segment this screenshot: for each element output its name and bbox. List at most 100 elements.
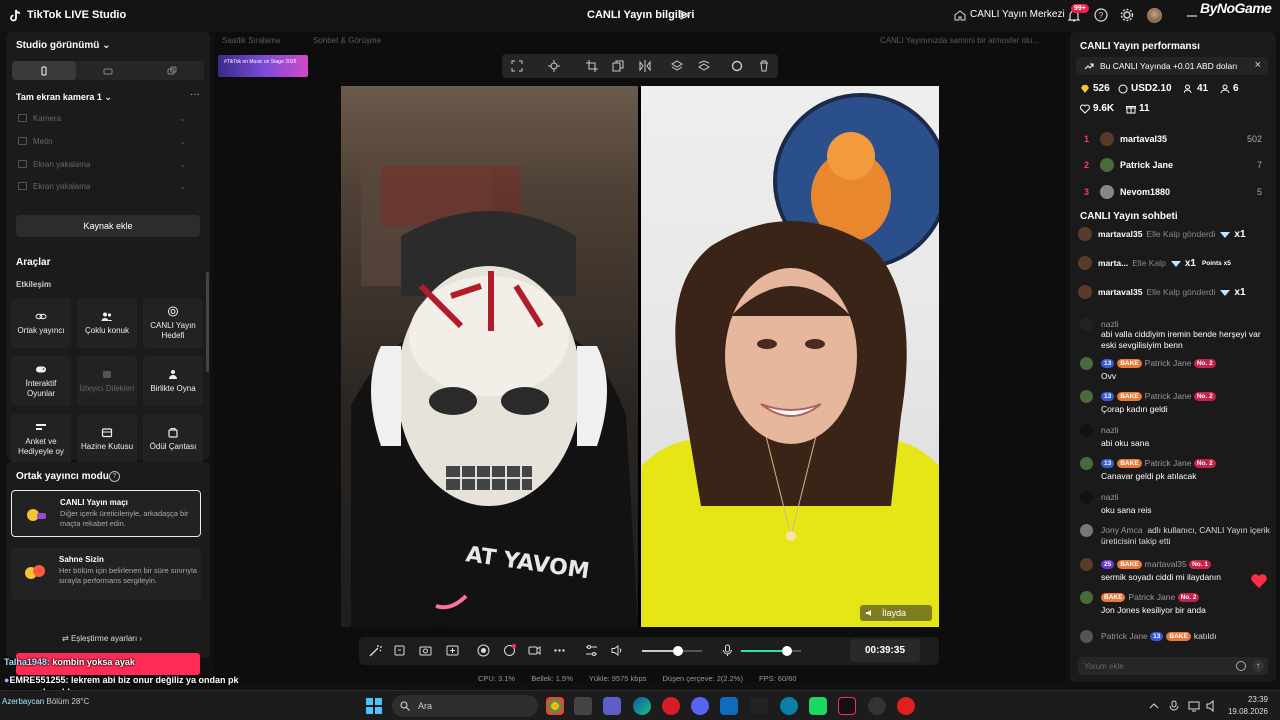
avatar[interactable] xyxy=(1080,591,1093,604)
avatar[interactable] xyxy=(1080,558,1093,571)
avatar[interactable] xyxy=(1080,491,1093,504)
screenshot-icon[interactable] xyxy=(419,644,432,657)
settings-icon[interactable] xyxy=(731,60,743,72)
live-video-preview[interactable]: AT YAVOM İlayda xyxy=(341,86,939,627)
earnings-banner[interactable]: Bu CANLI Yayında +0.01 ABD doları × xyxy=(1076,57,1268,75)
windows-start-icon[interactable] xyxy=(366,698,382,714)
avatar[interactable] xyxy=(1080,390,1093,403)
chat-username[interactable]: Patrick Jane xyxy=(1145,458,1192,468)
avatar[interactable] xyxy=(1078,256,1092,270)
more-options-icon[interactable]: ··· xyxy=(190,89,200,100)
edge-app-icon[interactable] xyxy=(633,697,651,715)
expand-icon[interactable] xyxy=(511,60,523,72)
source-item[interactable]: Metin ⌄ xyxy=(18,134,186,148)
green-app-icon[interactable] xyxy=(809,697,827,715)
video-camera-icon[interactable] xyxy=(528,644,541,657)
gift-sender[interactable]: martaval35 xyxy=(1098,287,1142,297)
ranking-row[interactable]: 3 Nevom1880 5 xyxy=(1084,182,1262,202)
chat-call-tab[interactable]: Sohbet & Görüşme xyxy=(313,36,381,45)
stage-yours-card[interactable]: Sahne Sizin Her bölüm için belirlenen bi… xyxy=(11,548,201,600)
opera-app-icon[interactable] xyxy=(662,697,680,715)
volume-slider[interactable] xyxy=(642,645,702,657)
comment-input[interactable]: Yorum ekle ↑ xyxy=(1078,657,1268,675)
discord-app-icon[interactable] xyxy=(691,697,709,715)
add-source-button[interactable]: Kaynak ekle xyxy=(16,215,200,237)
avatar[interactable] xyxy=(1078,227,1092,241)
record-icon[interactable] xyxy=(477,644,490,657)
microphone-slider[interactable] xyxy=(741,645,801,657)
info-icon[interactable]: ? xyxy=(109,471,120,482)
network-icon[interactable] xyxy=(1188,700,1200,712)
avatar[interactable] xyxy=(1080,318,1093,331)
microphone-icon[interactable] xyxy=(721,644,734,657)
gift-sender[interactable]: marta... xyxy=(1098,258,1128,268)
effects-icon[interactable] xyxy=(394,644,407,657)
tile-poll[interactable]: Anket ve Hediyeyle oy xyxy=(11,414,71,464)
chat-username[interactable]: Patrick Jane xyxy=(1145,358,1192,368)
copy-icon[interactable] xyxy=(612,60,624,72)
tile-play-together[interactable]: Birlikte Oyna xyxy=(143,356,203,406)
weather-widget[interactable]: Azerbaycan Bölüm 28°C xyxy=(2,697,89,706)
chat-username[interactable]: Patrick Jane xyxy=(1101,631,1148,641)
chevron-down-icon[interactable]: ⌄ xyxy=(179,182,186,191)
live-center-link[interactable]: CANLI Yayın Merkezi xyxy=(970,9,1065,20)
tiktok-app-icon[interactable] xyxy=(838,697,856,715)
ranking-row[interactable]: 1 martaval35 502 xyxy=(1084,129,1262,149)
chat-username[interactable]: Jony Amca xyxy=(1101,525,1143,535)
speaker-icon[interactable] xyxy=(866,609,874,617)
source-item[interactable]: Ekran yakalama ⌄ xyxy=(18,179,186,193)
layer-up-icon[interactable] xyxy=(671,60,683,72)
gear-icon[interactable] xyxy=(1120,8,1134,22)
magic-wand-icon[interactable] xyxy=(369,644,382,657)
source-item[interactable]: Kamera ⌄ xyxy=(18,111,186,125)
teams-app-icon[interactable] xyxy=(603,697,621,715)
microphone-tray-icon[interactable] xyxy=(1168,700,1180,712)
close-icon[interactable]: × xyxy=(1255,59,1261,71)
match-settings-link[interactable]: ⇄ Eşleştirme ayarları › xyxy=(62,634,142,643)
tile-viewer-wishes[interactable]: İzleyici Dilekleri xyxy=(77,356,137,406)
chat-username[interactable]: Patrick Jane xyxy=(1145,391,1192,401)
minimize-icon[interactable] xyxy=(1185,8,1199,22)
crosshair-icon[interactable] xyxy=(548,60,560,72)
avatar[interactable] xyxy=(1080,457,1093,470)
crop-icon[interactable] xyxy=(586,60,598,72)
event-banner[interactable]: #TikTok on Music on Stage 2026 xyxy=(218,55,308,77)
send-icon[interactable]: ↑ xyxy=(1252,660,1264,672)
chevron-down-icon[interactable]: ⌄ xyxy=(179,137,186,146)
tile-live-goal[interactable]: CANLI Yayın Hedefi xyxy=(143,298,203,348)
volume-icon[interactable] xyxy=(611,644,624,657)
chat-username[interactable]: nazli xyxy=(1101,425,1118,435)
cohost-name-tag[interactable]: İlayda xyxy=(860,605,932,621)
flip-icon[interactable] xyxy=(639,60,651,72)
emoji-icon[interactable] xyxy=(1236,661,1246,671)
chat-username[interactable]: nazli xyxy=(1101,492,1118,502)
dual-layout-button[interactable] xyxy=(140,61,204,80)
avatar[interactable] xyxy=(1080,524,1093,537)
user-avatar[interactable] xyxy=(1147,8,1162,23)
avatar[interactable] xyxy=(1078,285,1092,299)
tile-reward-bag[interactable]: Ödül Çantası xyxy=(143,414,203,464)
chat-username[interactable]: Patrick Jane xyxy=(1128,592,1175,602)
share-icon[interactable] xyxy=(679,9,691,21)
gift-sender[interactable]: martaval35 xyxy=(1098,229,1142,239)
portrait-layout-button[interactable] xyxy=(12,61,76,80)
hourly-ranking-tab[interactable]: Saatlik Sıralama xyxy=(222,36,280,45)
clock[interactable]: 23:39 19.08.2026 xyxy=(1226,694,1268,718)
speaker-tray-icon[interactable] xyxy=(1206,700,1218,712)
mixer-icon[interactable] xyxy=(585,644,598,657)
terminal-app-icon[interactable] xyxy=(750,697,768,715)
help-icon[interactable]: ? xyxy=(1094,8,1108,22)
mail-app-icon[interactable] xyxy=(720,697,738,715)
trash-icon[interactable] xyxy=(758,60,770,72)
tile-interactive-games[interactable]: İnteraktif Oyunlar xyxy=(11,356,71,406)
tile-multi-guest[interactable]: Çoklu konuk xyxy=(77,298,137,348)
chevron-down-icon[interactable]: ⌄ xyxy=(179,114,186,123)
landscape-layout-button[interactable] xyxy=(76,61,140,80)
scene-dropdown[interactable]: Tam ekran kamera 1 ⌄ xyxy=(16,92,112,103)
chevron-up-icon[interactable] xyxy=(1148,700,1160,712)
panel-scrollbar[interactable] xyxy=(206,272,209,372)
more-icon[interactable] xyxy=(553,644,566,657)
avatar[interactable] xyxy=(1080,357,1093,370)
tile-treasure-box[interactable]: Hazine Kutusu xyxy=(77,414,137,464)
ranking-row[interactable]: 2 Patrick Jane 7 xyxy=(1084,155,1262,175)
